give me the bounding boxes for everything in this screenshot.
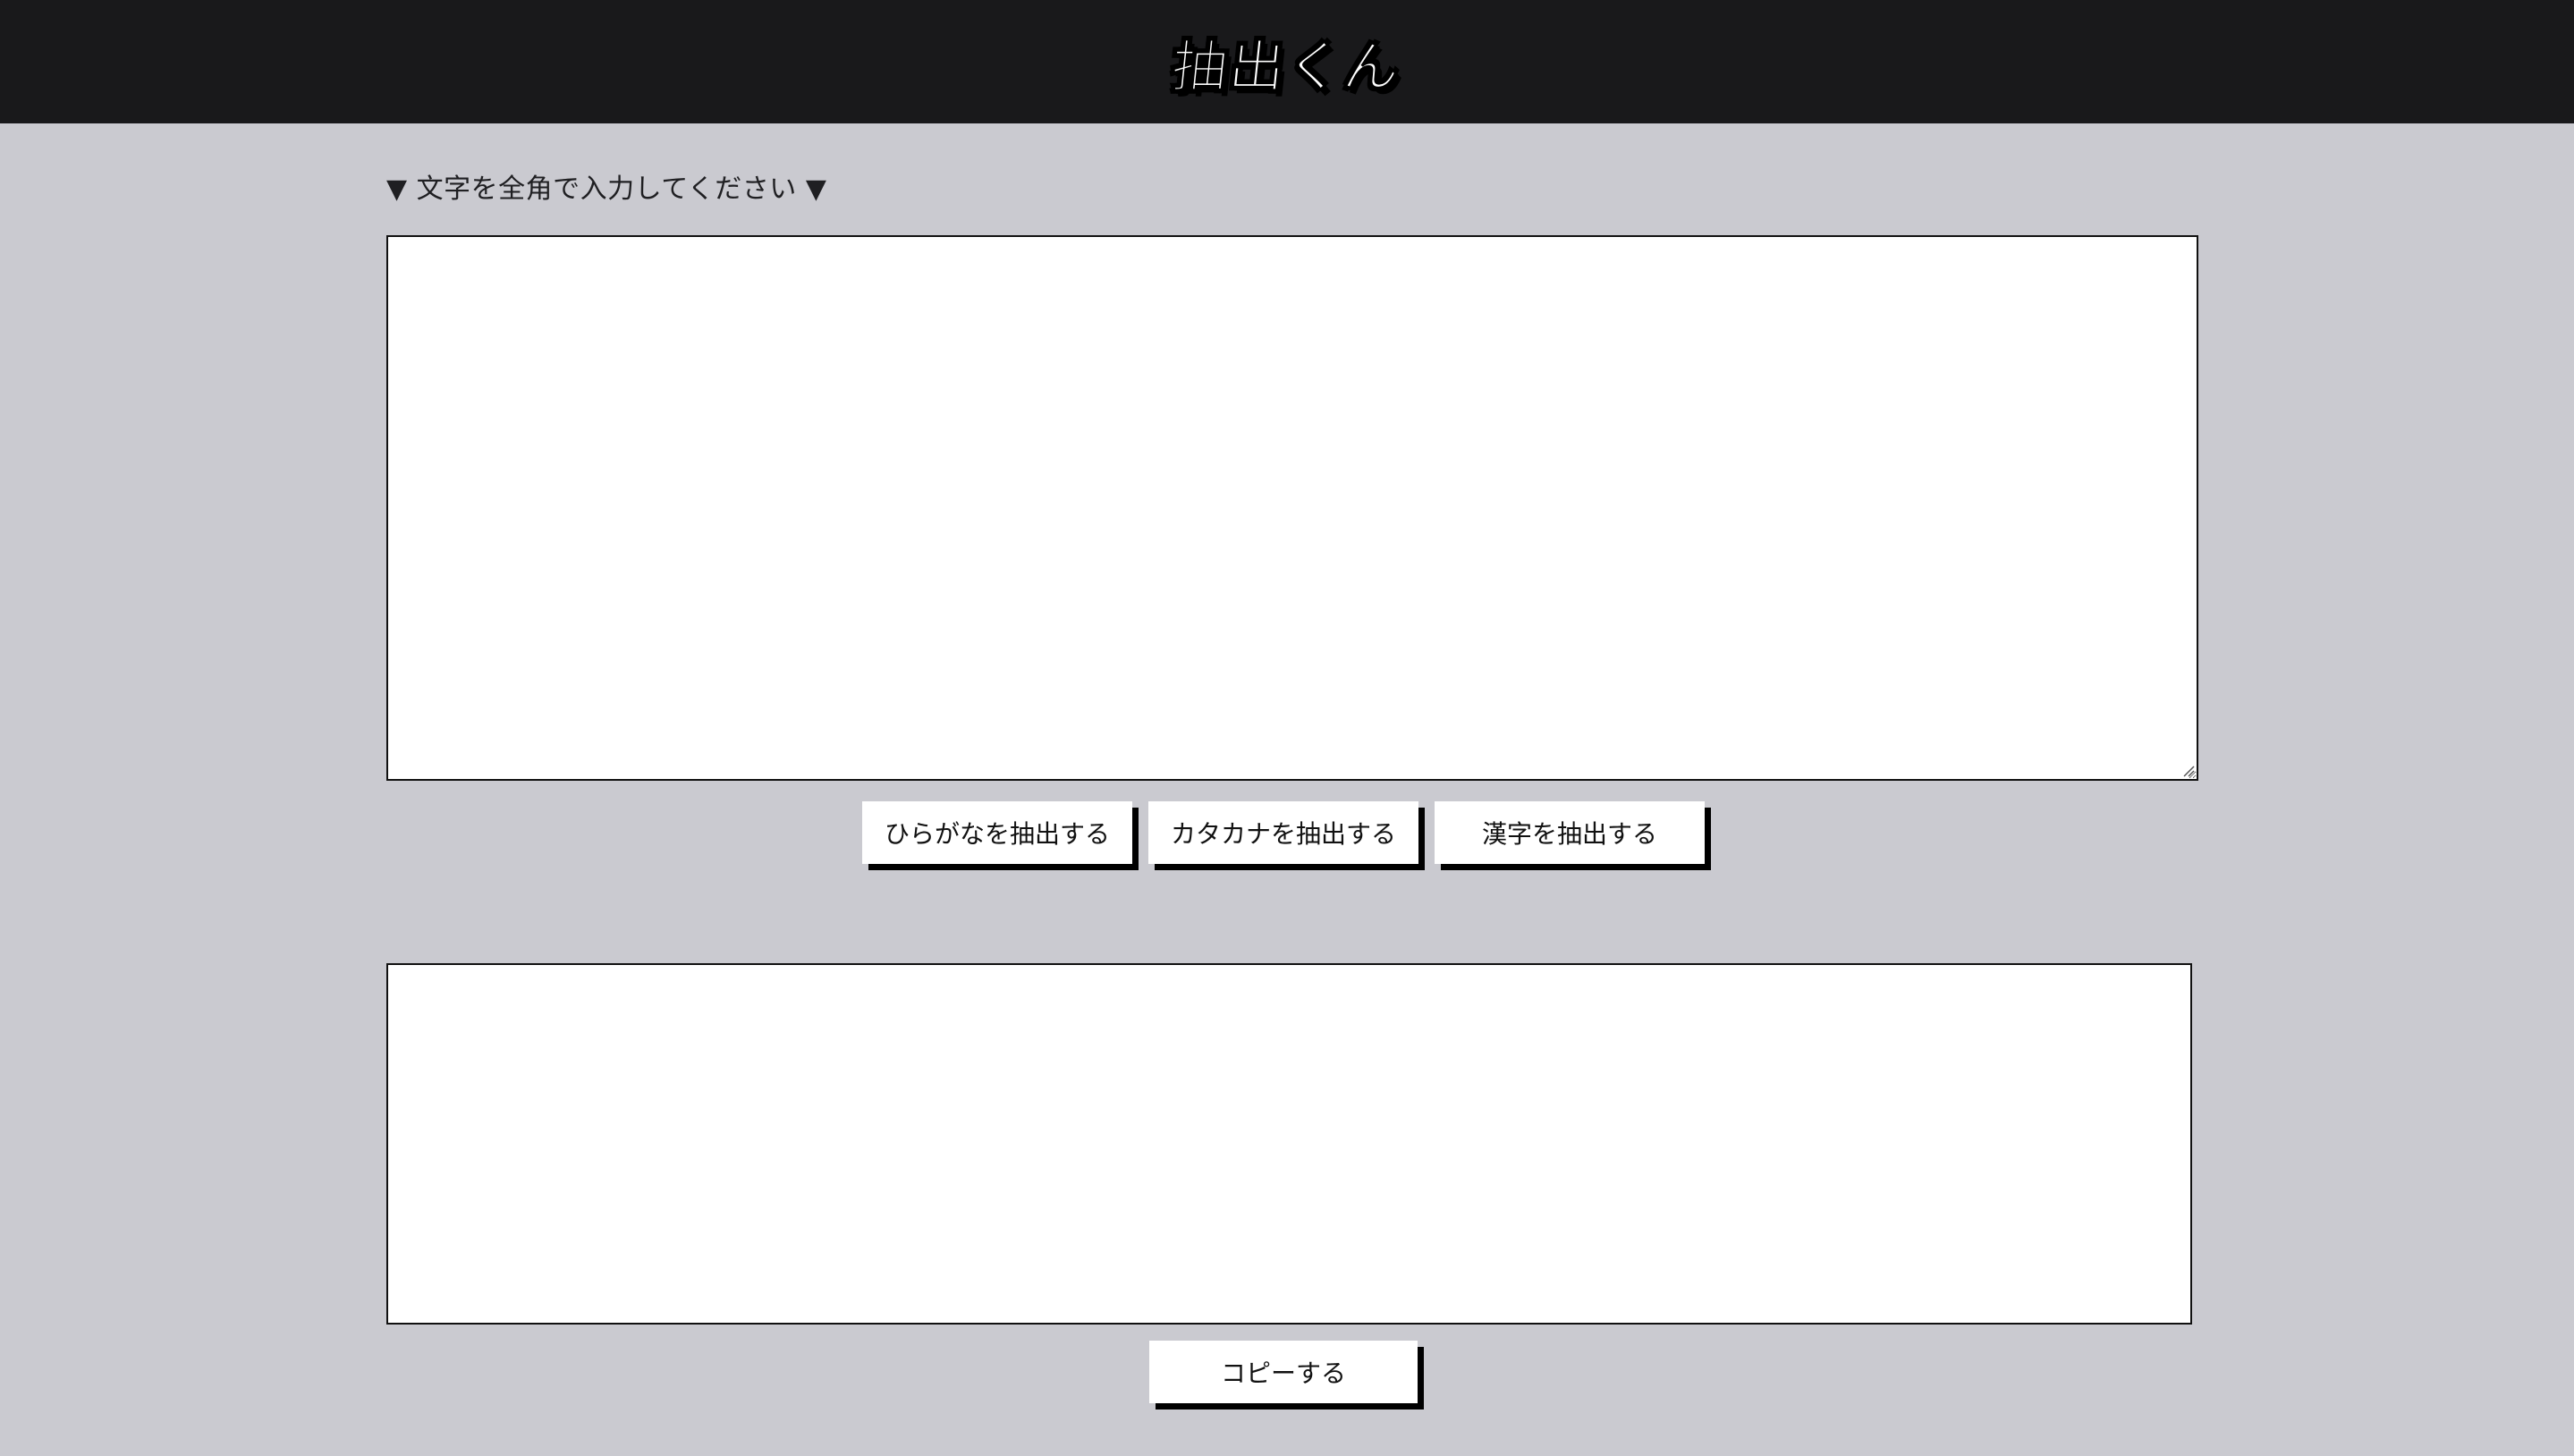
result-output-area[interactable] [386, 963, 2192, 1325]
extract-katakana-button[interactable]: カタカナを抽出する [1148, 801, 1418, 864]
extract-button-group: ひらがなを抽出する カタカナを抽出する 漢字を抽出する [862, 801, 1705, 864]
copy-button[interactable]: コピーする [1149, 1341, 1418, 1403]
extract-kanji-button[interactable]: 漢字を抽出する [1435, 801, 1705, 864]
extract-hiragana-button[interactable]: ひらがなを抽出する [862, 801, 1132, 864]
text-input-area[interactable] [386, 235, 2198, 781]
app-header: 抽出くん [0, 0, 2574, 123]
input-instruction: ▼ 文字を全角で入力してください ▼ [386, 174, 827, 205]
app-logo: 抽出くん [1168, 34, 1405, 100]
